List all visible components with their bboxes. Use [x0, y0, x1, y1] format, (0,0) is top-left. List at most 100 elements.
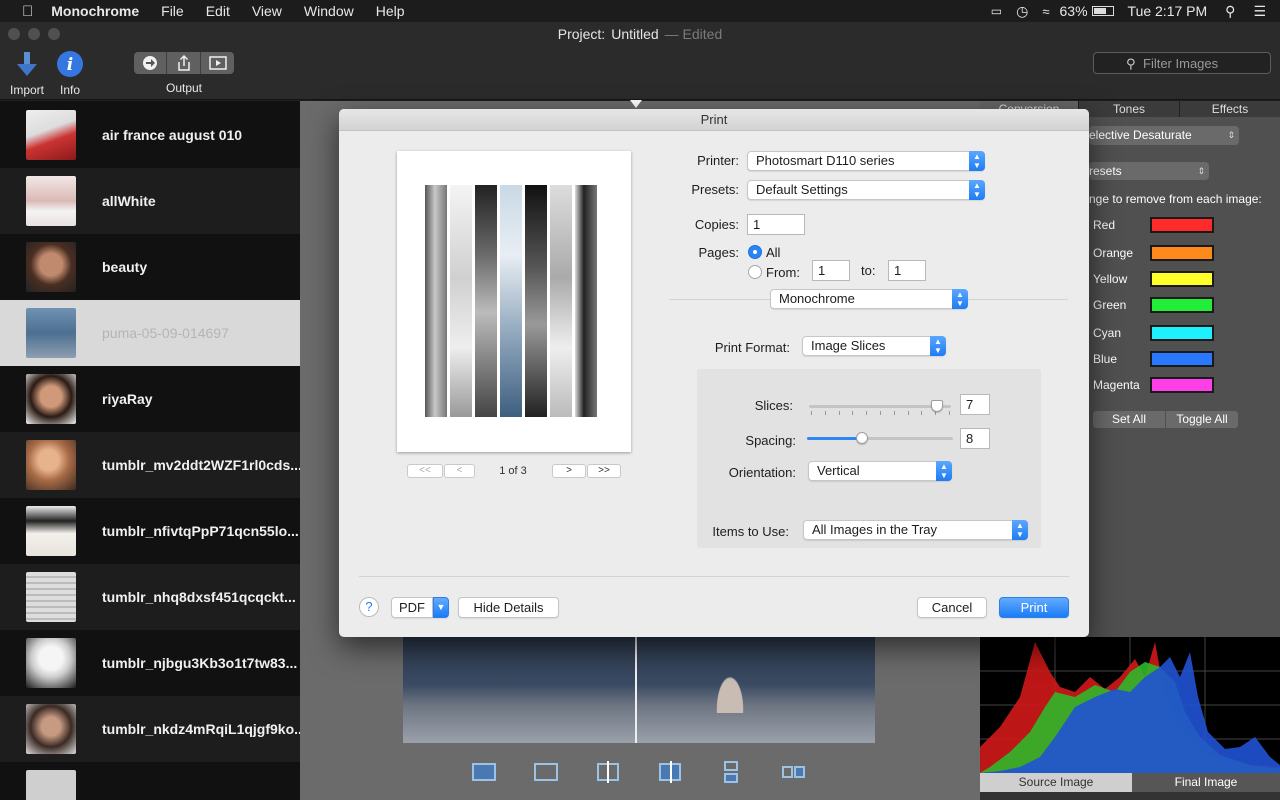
- toggle-all-button[interactable]: Toggle All: [1166, 411, 1238, 428]
- filter-images-search[interactable]: ⚲ Filter Images: [1093, 52, 1271, 74]
- printer-value: Photosmart D110 series: [756, 153, 895, 168]
- pages-from-radio[interactable]: [748, 265, 762, 279]
- spacing-field[interactable]: 8: [960, 428, 990, 449]
- time-machine-icon[interactable]: ◷: [1016, 3, 1028, 20]
- method-popup[interactable]: elective Desaturate ⇕: [1089, 126, 1239, 145]
- side-by-side-view-icon[interactable]: [782, 766, 793, 778]
- stacked-view-icon[interactable]: [724, 761, 738, 771]
- menu-window[interactable]: Window: [304, 3, 354, 19]
- list-item[interactable]: tumblr_njbgu3Kb3o1t7tw83...: [0, 630, 300, 696]
- battery-icon[interactable]: [1091, 6, 1114, 16]
- source-image-tab[interactable]: Source Image: [980, 773, 1132, 792]
- notification-center-icon[interactable]: ☰: [1253, 3, 1266, 20]
- slideshow-button[interactable]: [202, 52, 234, 74]
- slices-field[interactable]: 7: [960, 394, 990, 415]
- window-title-name: Untitled: [611, 26, 659, 42]
- zoom-window-icon[interactable]: [48, 28, 60, 40]
- to-page-field[interactable]: 1: [888, 260, 926, 281]
- export-button[interactable]: [134, 52, 167, 74]
- section-popup[interactable]: Monochrome ▲ ▼: [770, 289, 968, 309]
- pages-to-label: to:: [861, 263, 876, 278]
- menu-edit[interactable]: Edit: [206, 3, 230, 19]
- items-to-use-popup[interactable]: All Images in the Tray ▲ ▼: [803, 520, 1028, 540]
- split-horizontal-view-icon[interactable]: [597, 761, 619, 783]
- spacing-slider-fill: [807, 437, 863, 440]
- pages-label: Pages:: [698, 245, 739, 260]
- pages-all-radio[interactable]: [748, 245, 762, 259]
- spotlight-icon[interactable]: ⚲: [1225, 3, 1235, 20]
- from-page-field[interactable]: 1: [812, 260, 850, 281]
- info-button[interactable]: i Info: [52, 50, 88, 97]
- section-value: Monochrome: [779, 291, 855, 306]
- slices-slider-knob[interactable]: [930, 400, 943, 412]
- next-page-button[interactable]: >: [552, 464, 586, 478]
- apple-icon[interactable]: : [22, 3, 33, 20]
- cancel-button[interactable]: Cancel: [917, 597, 987, 618]
- menu-help[interactable]: Help: [376, 3, 405, 19]
- thumbnail: [26, 572, 76, 622]
- first-page-button[interactable]: <<: [407, 464, 443, 478]
- battery-percent[interactable]: 63%: [1060, 3, 1088, 19]
- color-swatch-red[interactable]: [1150, 217, 1214, 233]
- last-page-button[interactable]: >>: [587, 464, 621, 478]
- menu-app-name[interactable]: Monochrome: [51, 3, 139, 19]
- single-view-icon[interactable]: [472, 763, 496, 781]
- color-label-magenta: Magenta: [1093, 378, 1140, 392]
- color-swatch-blue[interactable]: [1150, 351, 1214, 367]
- share-button[interactable]: [168, 52, 201, 74]
- list-item[interactable]: tumblr_mv2ddt2WZF1rl0cds...: [0, 432, 300, 498]
- list-item[interactable]: tumblr_nkdz4mRqiL1qjgf9ko...: [0, 696, 300, 762]
- pdf-menu-chevron-down-icon[interactable]: ▼: [433, 597, 449, 618]
- list-item-selected[interactable]: puma-05-09-014697: [0, 300, 300, 366]
- copies-field[interactable]: 1: [747, 214, 805, 235]
- share-icon: [178, 55, 190, 71]
- color-label-blue: Blue: [1093, 352, 1118, 366]
- split-handle-icon[interactable]: [630, 100, 642, 108]
- list-item[interactable]: [0, 762, 300, 800]
- hide-details-button[interactable]: Hide Details: [458, 597, 559, 618]
- clock[interactable]: Tue 2:17 PM: [1128, 3, 1208, 19]
- set-all-button[interactable]: Set All: [1093, 411, 1165, 428]
- presets-popup[interactable]: resets ⇕: [1089, 162, 1209, 180]
- color-swatch-yellow[interactable]: [1150, 271, 1214, 287]
- import-button[interactable]: Import: [6, 50, 48, 97]
- list-item-label: tumblr_mv2ddt2WZF1rl0cds...: [102, 457, 300, 473]
- pdf-button[interactable]: PDF: [391, 597, 433, 618]
- printer-popup[interactable]: Photosmart D110 series ▲ ▼: [747, 151, 985, 171]
- wifi-icon[interactable]: ≈: [1042, 4, 1049, 19]
- list-item[interactable]: beauty: [0, 234, 300, 300]
- color-swatch-magenta[interactable]: [1150, 377, 1214, 393]
- list-item[interactable]: allWhite: [0, 168, 300, 234]
- orientation-popup[interactable]: Vertical ▲ ▼: [808, 461, 952, 481]
- menu-file[interactable]: File: [161, 3, 184, 19]
- split-divider[interactable]: [635, 637, 637, 743]
- slices-slider[interactable]: [809, 405, 951, 408]
- minimize-window-icon[interactable]: [28, 28, 40, 40]
- tab-tones[interactable]: Tones: [1078, 101, 1179, 117]
- menu-view[interactable]: View: [252, 3, 282, 19]
- list-item[interactable]: air france august 010: [0, 102, 300, 168]
- list-item[interactable]: tumblr_nfivtqPpP71qcn55lo...: [0, 498, 300, 564]
- help-button[interactable]: ?: [359, 597, 379, 617]
- orientation-label: Orientation:: [728, 465, 796, 480]
- preview-slice: [425, 185, 447, 417]
- popup-arrows-icon: ▲ ▼: [936, 461, 952, 481]
- print-button[interactable]: Print: [999, 597, 1069, 618]
- list-item[interactable]: tumblr_nhq8dxsf451qcqckt...: [0, 564, 300, 630]
- airplay-icon[interactable]: ▭: [991, 4, 1002, 18]
- color-swatch-orange[interactable]: [1150, 245, 1214, 261]
- close-window-icon[interactable]: [8, 28, 20, 40]
- blank-view-icon[interactable]: [534, 763, 558, 781]
- slider-tick: [907, 411, 909, 415]
- previous-page-button[interactable]: <: [444, 464, 475, 478]
- preview-slice: [450, 185, 472, 417]
- split-vertical-view-icon[interactable]: [659, 761, 681, 783]
- color-swatch-green[interactable]: [1150, 297, 1214, 313]
- presets-popup[interactable]: Default Settings ▲ ▼: [747, 180, 985, 200]
- print-format-popup[interactable]: Image Slices ▲ ▼: [802, 336, 946, 356]
- tab-effects[interactable]: Effects: [1179, 101, 1280, 117]
- final-image-tab[interactable]: Final Image: [1132, 773, 1280, 792]
- list-item[interactable]: riyaRay: [0, 366, 300, 432]
- color-swatch-cyan[interactable]: [1150, 325, 1214, 341]
- thumbnail: [26, 704, 76, 754]
